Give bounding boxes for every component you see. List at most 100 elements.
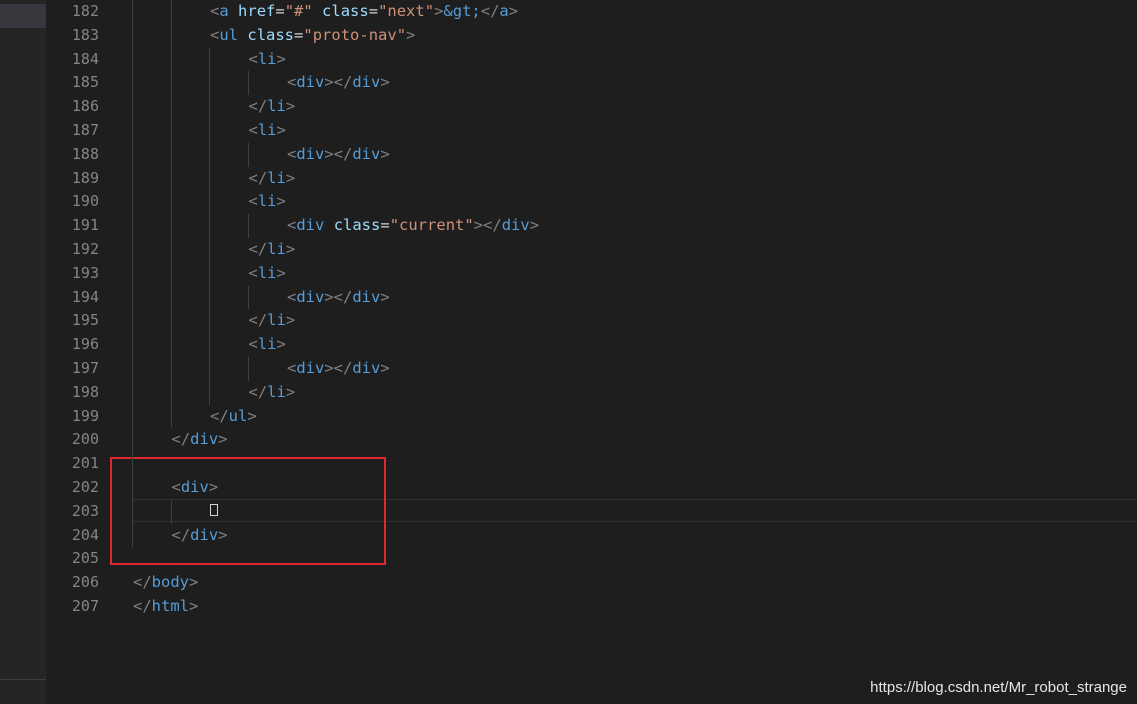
code-token-br: < (210, 2, 220, 20)
code-token-tag: li (267, 311, 286, 330)
code-token-br: </ (248, 382, 268, 401)
code-line[interactable]: </html> (133, 595, 198, 619)
code-token-attr: class (247, 25, 295, 44)
code-line[interactable]: <div class="current"></div> (287, 214, 539, 238)
code-token-br: < (287, 144, 297, 163)
code-token-tag: li (267, 168, 286, 187)
code-token-tag: li (257, 263, 277, 282)
code-token-br: </ (171, 430, 191, 449)
code-token-br: < (248, 121, 258, 139)
code-token-br: > (434, 2, 444, 20)
code-token-tag: a (219, 2, 229, 20)
code-line[interactable]: <li> (249, 333, 286, 357)
code-token-br: > (276, 121, 286, 139)
line-number: 182 (71, 2, 99, 20)
line-number: 198 (71, 382, 99, 401)
code-token-tag: li (267, 382, 286, 401)
code-line[interactable]: <li> (249, 48, 286, 72)
code-line[interactable]: </ul> (210, 405, 257, 429)
code-token-txt: = (380, 216, 390, 235)
code-token-br: </ (248, 240, 268, 258)
code-token-br: < (287, 73, 297, 92)
code-editor[interactable]: <a href="#" class="next">&gt;</a> <ul cla… (133, 0, 1137, 704)
line-number: 189 (71, 168, 99, 187)
code-token-br: < (287, 287, 297, 306)
code-token-br: ></ (324, 359, 353, 377)
code-token-br: ></ (324, 144, 353, 163)
line-number: 193 (71, 263, 99, 282)
code-line[interactable]: <div></div> (287, 71, 390, 95)
code-token-tag: li (257, 49, 277, 68)
code-line[interactable]: <div></div> (287, 143, 390, 167)
code-token-br: > (189, 573, 199, 592)
code-token-tag: div (352, 73, 381, 92)
code-token-br: </ (210, 406, 229, 425)
code-line[interactable]: <li> (249, 119, 286, 143)
line-number: 197 (71, 359, 99, 377)
code-token-br: </ (248, 311, 268, 330)
line-number: 188 (71, 144, 99, 163)
code-line[interactable]: </div> (172, 428, 228, 452)
code-line[interactable]: <li> (249, 262, 286, 286)
line-number: 185 (71, 73, 99, 92)
line-number: 204 (71, 525, 99, 544)
code-token-br: < (287, 216, 297, 235)
code-line[interactable]: </li> (249, 381, 296, 405)
line-number: 194 (71, 287, 99, 306)
code-line[interactable]: <div></div> (287, 357, 390, 381)
code-token-tag: li (267, 97, 286, 116)
code-token-tag: div (352, 144, 381, 163)
code-line[interactable]: </li> (249, 167, 296, 191)
red-highlight-box (110, 457, 386, 565)
line-number: 195 (71, 311, 99, 330)
code-token-attr: class (333, 216, 381, 235)
code-token-br: > (285, 97, 296, 116)
code-token-str: "next" (378, 2, 435, 20)
code-token-tag: body (151, 573, 189, 592)
code-token-br: > (285, 382, 296, 401)
code-token-br: </ (133, 573, 152, 592)
code-token-tag: div (190, 430, 219, 449)
code-token-br: < (248, 192, 258, 211)
code-token-br: > (508, 2, 519, 20)
code-line[interactable]: <div></div> (287, 286, 390, 310)
code-line[interactable]: </li> (249, 95, 296, 119)
code-token-tag: li (257, 192, 277, 211)
code-line[interactable]: </li> (249, 238, 296, 262)
code-token-br: > (406, 25, 416, 44)
code-line[interactable]: </li> (249, 309, 296, 333)
code-line[interactable]: <li> (249, 190, 286, 214)
code-token-br: > (380, 287, 390, 306)
code-token-str: "current" (389, 216, 474, 235)
line-number: 200 (71, 430, 99, 449)
code-token-tag: &gt; (443, 2, 481, 20)
indent-guide (132, 0, 133, 548)
activity-bar (0, 0, 46, 704)
line-number: 205 (71, 549, 99, 568)
code-token-br: > (247, 406, 257, 425)
code-token-br: > (380, 144, 390, 163)
code-token-br: > (285, 240, 296, 258)
code-token-br: > (380, 359, 390, 377)
text-cursor (210, 504, 218, 516)
code-token-br: > (285, 168, 296, 187)
line-number: 192 (71, 240, 99, 258)
active-explorer-item[interactable] (0, 4, 46, 28)
code-token-attr: href (238, 2, 276, 20)
code-token-br: < (248, 263, 258, 282)
code-token-br: ></ (473, 216, 502, 235)
code-line[interactable]: <ul class="proto-nav"> (210, 24, 415, 48)
line-number-gutter: 182 183 184 185 186 187 188 189 190 191 192 193 194 1… (46, 0, 108, 704)
code-token-br: < (287, 359, 297, 377)
watermark: https://blog.csdn.net/Mr_robot_strange (870, 679, 1127, 696)
code-token-tag: div (296, 359, 325, 377)
code-token-br: < (248, 49, 258, 68)
code-token-br: > (189, 597, 199, 615)
line-number: 199 (71, 406, 99, 425)
line-number: 201 (71, 454, 99, 473)
code-line[interactable]: </body> (133, 571, 198, 595)
code-line[interactable]: <a href="#" class="next">&gt;</a> (210, 0, 518, 24)
code-token-br: </ (248, 168, 268, 187)
